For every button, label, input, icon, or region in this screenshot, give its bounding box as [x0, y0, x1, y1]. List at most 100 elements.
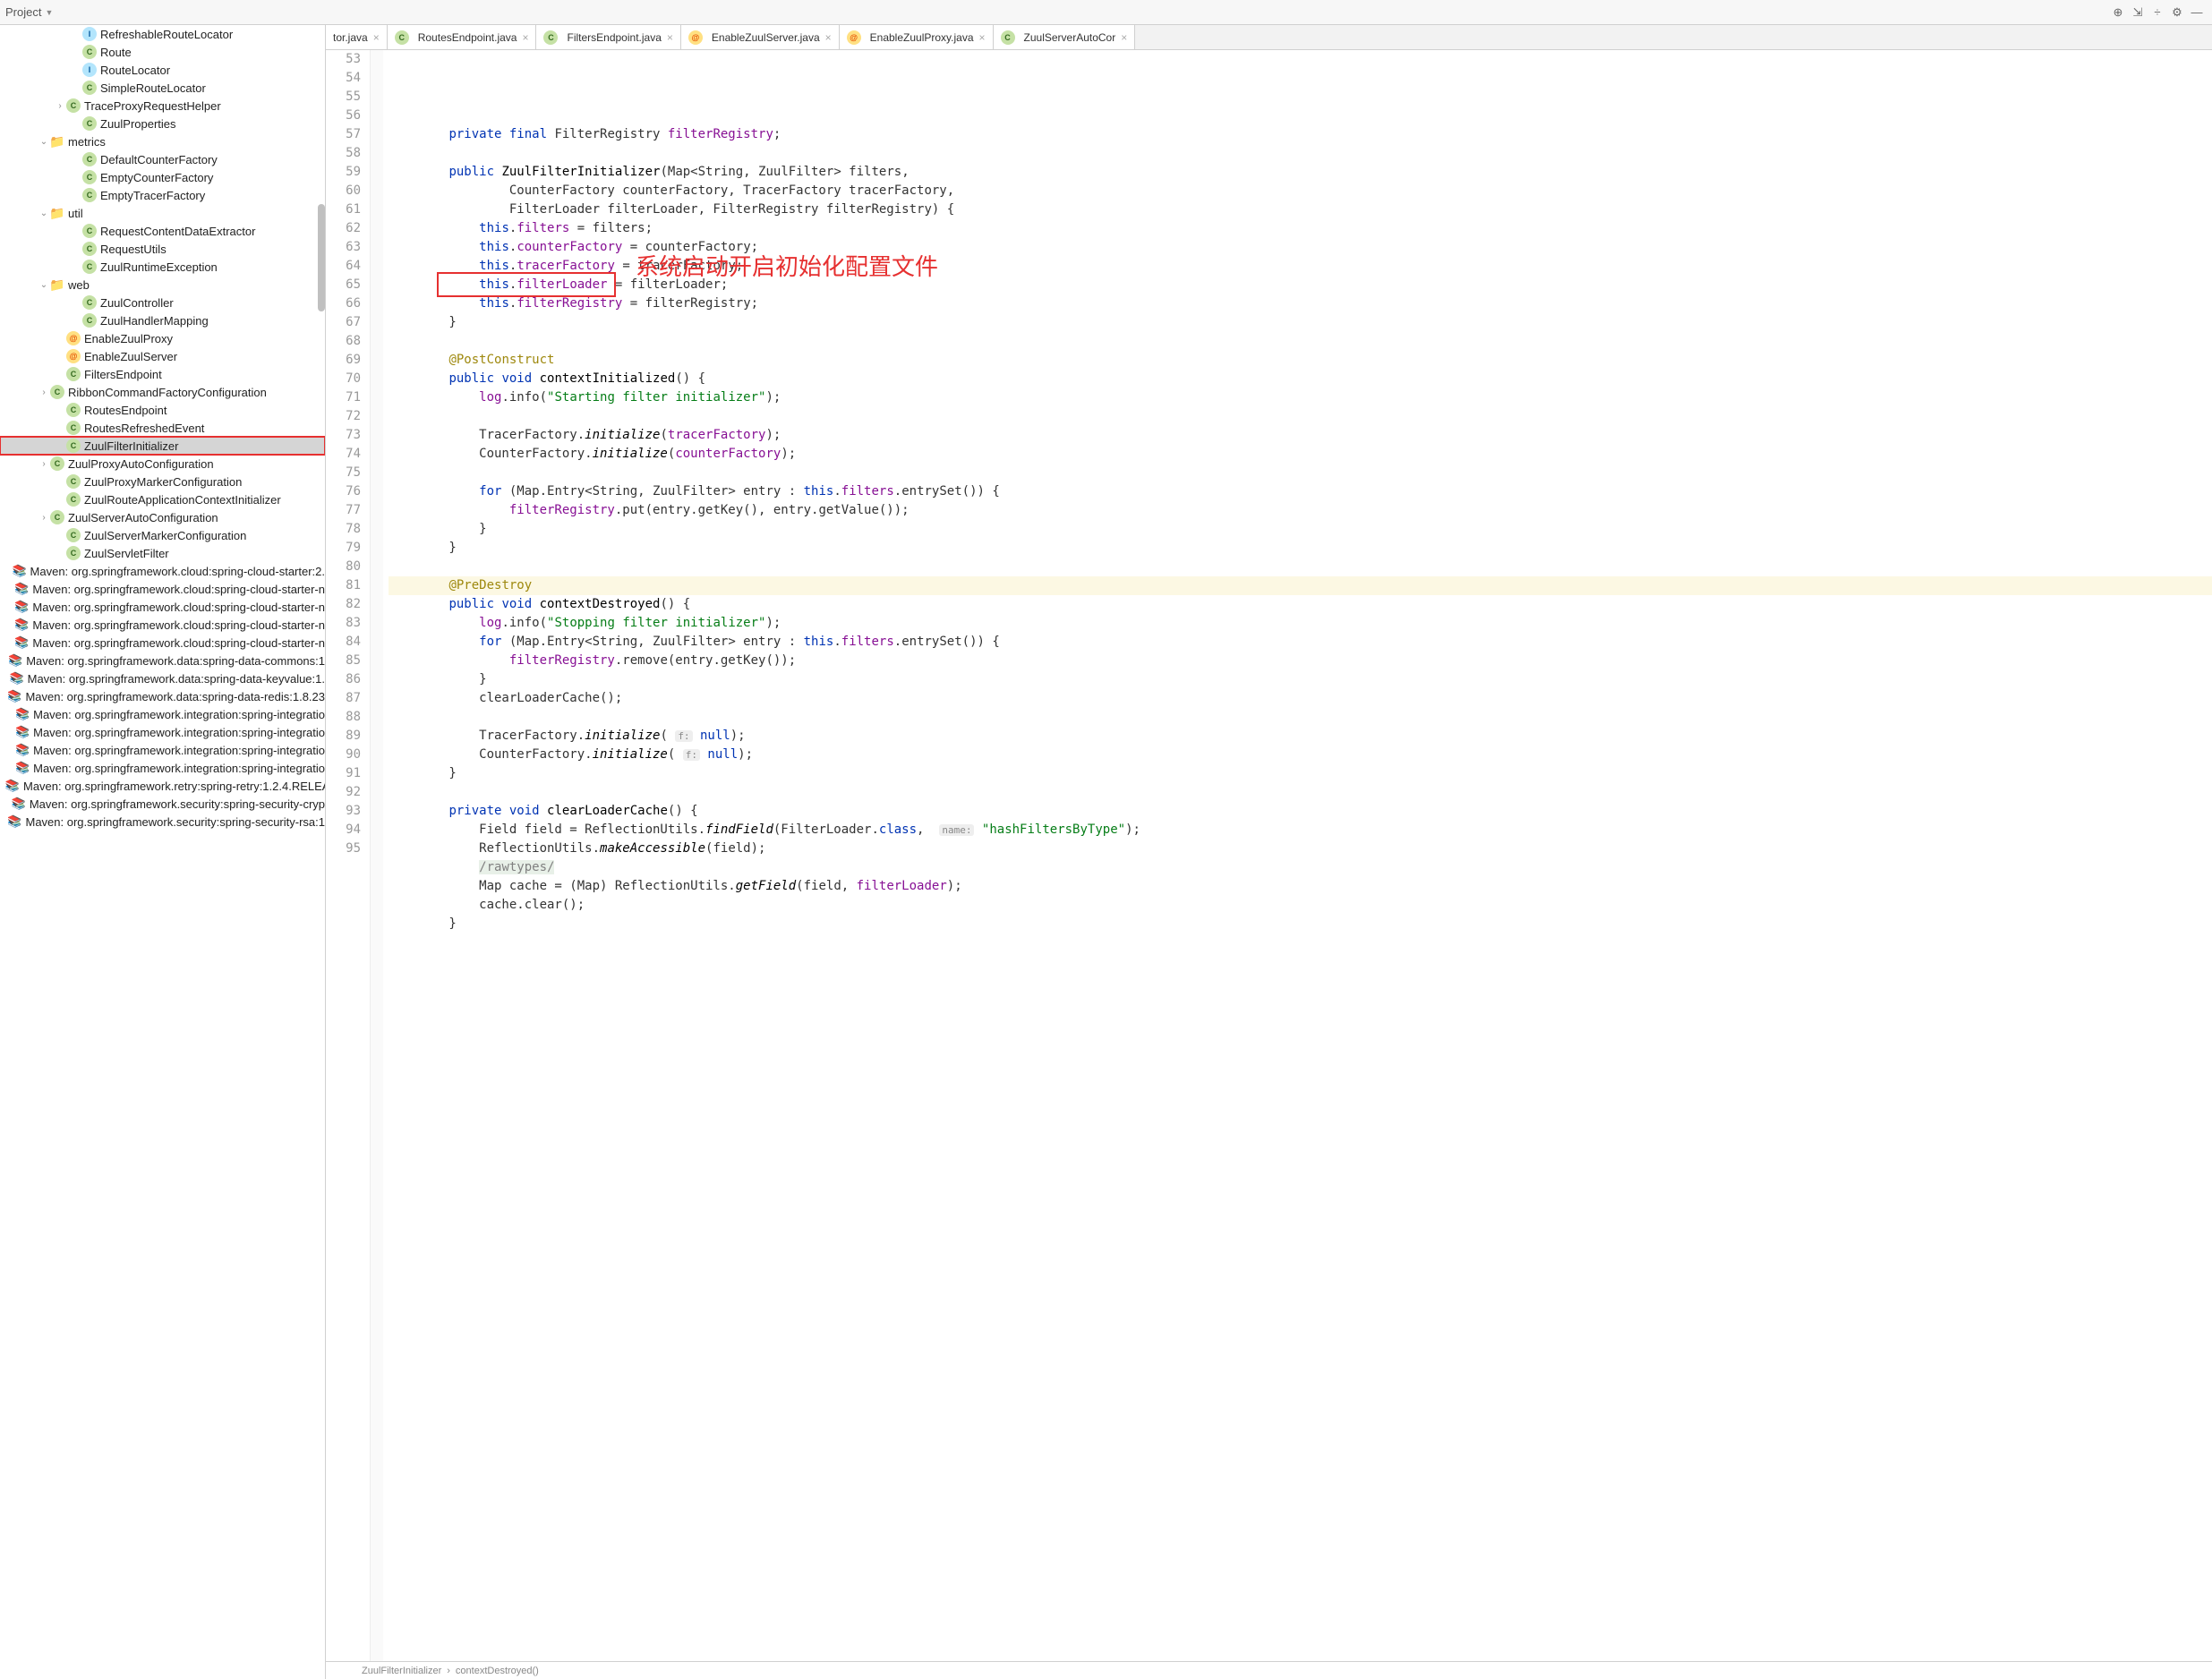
code-line-71[interactable]	[389, 464, 2212, 482]
code-line-63[interactable]: }	[389, 313, 2212, 332]
code-line-92[interactable]: /rawtypes/	[389, 858, 2212, 877]
code-line-85[interactable]: TracerFactory.initialize( f: null);	[389, 727, 2212, 746]
tree-item-enablezuulproxy[interactable]: @EnableZuulProxy	[0, 329, 325, 347]
tree-item-zuulproxyautoconfiguration[interactable]: ›CZuulProxyAutoConfiguration	[0, 455, 325, 473]
tree-item-zuulservletfilter[interactable]: CZuulServletFilter	[0, 544, 325, 562]
tree-item-maven-org-springframework-secu[interactable]: 📚Maven: org.springframework.security:spr…	[0, 813, 325, 831]
tree-item-filtersendpoint[interactable]: CFiltersEndpoint	[0, 365, 325, 383]
tab-zuulserverautocor[interactable]: CZuulServerAutoCor×	[994, 25, 1136, 49]
tree-item-maven-org-springframework-retr[interactable]: 📚Maven: org.springframework.retry:spring…	[0, 777, 325, 795]
tree-item-routesendpoint[interactable]: CRoutesEndpoint	[0, 401, 325, 419]
code-line-89[interactable]: private void clearLoaderCache() {	[389, 802, 2212, 821]
expander-icon[interactable]: ⌄	[38, 209, 50, 218]
code-line-84[interactable]	[389, 708, 2212, 727]
tree-item-maven-org-springframework-data[interactable]: 📚Maven: org.springframework.data:spring-…	[0, 669, 325, 687]
tree-item-zuulruntimeexception[interactable]: CZuulRuntimeException	[0, 258, 325, 276]
tree-item-maven-org-springframework-clou[interactable]: 📚Maven: org.springframework.cloud:spring…	[0, 634, 325, 652]
code-line-53[interactable]: private final FilterRegistry filterRegis…	[389, 125, 2212, 144]
tree-item-zuulfilterinitializer[interactable]: CZuulFilterInitializer	[0, 437, 325, 455]
tree-item-maven-org-springframework-clou[interactable]: 📚Maven: org.springframework.cloud:spring…	[0, 598, 325, 616]
tree-item-web[interactable]: ⌄📁web	[0, 276, 325, 294]
tree-item-enablezuulserver[interactable]: @EnableZuulServer	[0, 347, 325, 365]
code-line-62[interactable]: this.filterRegistry = filterRegistry;	[389, 294, 2212, 313]
code-line-90[interactable]: Field field = ReflectionUtils.findField(…	[389, 821, 2212, 840]
code-line-59[interactable]: this.counterFactory = counterFactory;	[389, 238, 2212, 257]
code-line-76[interactable]	[389, 558, 2212, 576]
tree-item-route[interactable]: CRoute	[0, 43, 325, 61]
code-line-67[interactable]: log.info("Starting filter initializer");	[389, 388, 2212, 407]
tree-item-zuulproxymarkerconfiguration[interactable]: CZuulProxyMarkerConfiguration	[0, 473, 325, 490]
tree-item-zuulservermarkerconfiguration[interactable]: CZuulServerMarkerConfiguration	[0, 526, 325, 544]
code-line-68[interactable]	[389, 407, 2212, 426]
hide-icon[interactable]: —	[2187, 3, 2207, 22]
expander-icon[interactable]: ›	[38, 388, 50, 397]
code-line-69[interactable]: TracerFactory.initialize(tracerFactory);	[389, 426, 2212, 445]
code-line-86[interactable]: CounterFactory.initialize( f: null);	[389, 746, 2212, 764]
tab-tor-java[interactable]: tor.java×	[326, 25, 388, 49]
project-dropdown[interactable]: Project▼	[5, 5, 53, 19]
expander-icon[interactable]: ›	[38, 513, 50, 523]
code-line-55[interactable]: public ZuulFilterInitializer(Map<String,…	[389, 163, 2212, 182]
tree-item-zuulcontroller[interactable]: CZuulController	[0, 294, 325, 311]
code-line-58[interactable]: this.filters = filters;	[389, 219, 2212, 238]
tab-enablezuulserver-java[interactable]: @EnableZuulServer.java×	[681, 25, 840, 49]
fold-strip[interactable]	[371, 50, 383, 1661]
tree-item-traceproxyrequesthelper[interactable]: ›CTraceProxyRequestHelper	[0, 97, 325, 115]
tree-item-maven-org-springframework-clou[interactable]: 📚Maven: org.springframework.cloud:spring…	[0, 562, 325, 580]
code-line-72[interactable]: for (Map.Entry<String, ZuulFilter> entry…	[389, 482, 2212, 501]
tree-item-maven-org-springframework-clou[interactable]: 📚Maven: org.springframework.cloud:spring…	[0, 616, 325, 634]
tree-item-maven-org-springframework-data[interactable]: 📚Maven: org.springframework.data:spring-…	[0, 687, 325, 705]
tree-item-defaultcounterfactory[interactable]: CDefaultCounterFactory	[0, 150, 325, 168]
tree-item-zuulserverautoconfiguration[interactable]: ›CZuulServerAutoConfiguration	[0, 508, 325, 526]
code-line-54[interactable]	[389, 144, 2212, 163]
collapse-icon[interactable]: ÷	[2148, 3, 2167, 22]
tab-filtersendpoint-java[interactable]: CFiltersEndpoint.java×	[536, 25, 680, 49]
close-icon[interactable]: ×	[825, 31, 832, 44]
tree-item-maven-org-springframework-secu[interactable]: 📚Maven: org.springframework.security:spr…	[0, 795, 325, 813]
code-line-87[interactable]: }	[389, 764, 2212, 783]
code-line-94[interactable]: cache.clear();	[389, 896, 2212, 915]
settings-icon[interactable]: ⚙	[2167, 3, 2187, 22]
code-line-81[interactable]: filterRegistry.remove(entry.getKey());	[389, 652, 2212, 670]
code-line-61[interactable]: this.filterLoader = filterLoader;	[389, 276, 2212, 294]
scrollbar-thumb[interactable]	[318, 204, 325, 311]
close-icon[interactable]: ×	[1121, 31, 1127, 44]
close-icon[interactable]: ×	[667, 31, 673, 44]
code-line-75[interactable]: }	[389, 539, 2212, 558]
tree-item-zuulproperties[interactable]: CZuulProperties	[0, 115, 325, 132]
tree-item-routelocator[interactable]: IRouteLocator	[0, 61, 325, 79]
code-line-95[interactable]: }	[389, 915, 2212, 933]
close-icon[interactable]: ×	[373, 31, 380, 44]
tree-item-routesrefreshedevent[interactable]: CRoutesRefreshedEvent	[0, 419, 325, 437]
tree-item-maven-org-springframework-inte[interactable]: 📚Maven: org.springframework.integration:…	[0, 741, 325, 759]
tree-item-requestcontentdataextractor[interactable]: CRequestContentDataExtractor	[0, 222, 325, 240]
code-line-79[interactable]: log.info("Stopping filter initializer");	[389, 614, 2212, 633]
tree-item-maven-org-springframework-inte[interactable]: 📚Maven: org.springframework.integration:…	[0, 759, 325, 777]
expander-icon[interactable]: ⌄	[38, 137, 50, 147]
expander-icon[interactable]: ⌄	[38, 280, 50, 290]
tree-item-emptytracerfactory[interactable]: CEmptyTracerFactory	[0, 186, 325, 204]
code-line-77[interactable]: @PreDestroy	[389, 576, 2212, 595]
target-icon[interactable]: ⊕	[2108, 3, 2128, 22]
code-line-80[interactable]: for (Map.Entry<String, ZuulFilter> entry…	[389, 633, 2212, 652]
expand-icon[interactable]: ⇲	[2128, 3, 2148, 22]
tree-item-metrics[interactable]: ⌄📁metrics	[0, 132, 325, 150]
code-line-65[interactable]: @PostConstruct	[389, 351, 2212, 370]
tree-item-refreshableroutelocator[interactable]: IRefreshableRouteLocator	[0, 25, 325, 43]
tree-item-simpleroutelocator[interactable]: CSimpleRouteLocator	[0, 79, 325, 97]
breadcrumb[interactable]: ZuulFilterInitializer › contextDestroyed…	[326, 1661, 2212, 1679]
tree-item-maven-org-springframework-inte[interactable]: 📚Maven: org.springframework.integration:…	[0, 723, 325, 741]
tab-routesendpoint-java[interactable]: CRoutesEndpoint.java×	[388, 25, 537, 49]
project-tree[interactable]: IRefreshableRouteLocatorCRouteIRouteLoca…	[0, 25, 326, 1679]
close-icon[interactable]: ×	[522, 31, 528, 44]
code-line-56[interactable]: CounterFactory counterFactory, TracerFac…	[389, 182, 2212, 200]
code-line-82[interactable]: }	[389, 670, 2212, 689]
code-line-60[interactable]: this.tracerFactory = tracerFactory;	[389, 257, 2212, 276]
tree-item-zuulhandlermapping[interactable]: CZuulHandlerMapping	[0, 311, 325, 329]
code-line-70[interactable]: CounterFactory.initialize(counterFactory…	[389, 445, 2212, 464]
tree-item-ribboncommandfactoryconfigurat[interactable]: ›CRibbonCommandFactoryConfiguration	[0, 383, 325, 401]
close-icon[interactable]: ×	[979, 31, 986, 44]
tree-item-maven-org-springframework-clou[interactable]: 📚Maven: org.springframework.cloud:spring…	[0, 580, 325, 598]
tree-item-zuulrouteapplicationcontextini[interactable]: CZuulRouteApplicationContextInitializer	[0, 490, 325, 508]
code-line-78[interactable]: public void contextDestroyed() {	[389, 595, 2212, 614]
